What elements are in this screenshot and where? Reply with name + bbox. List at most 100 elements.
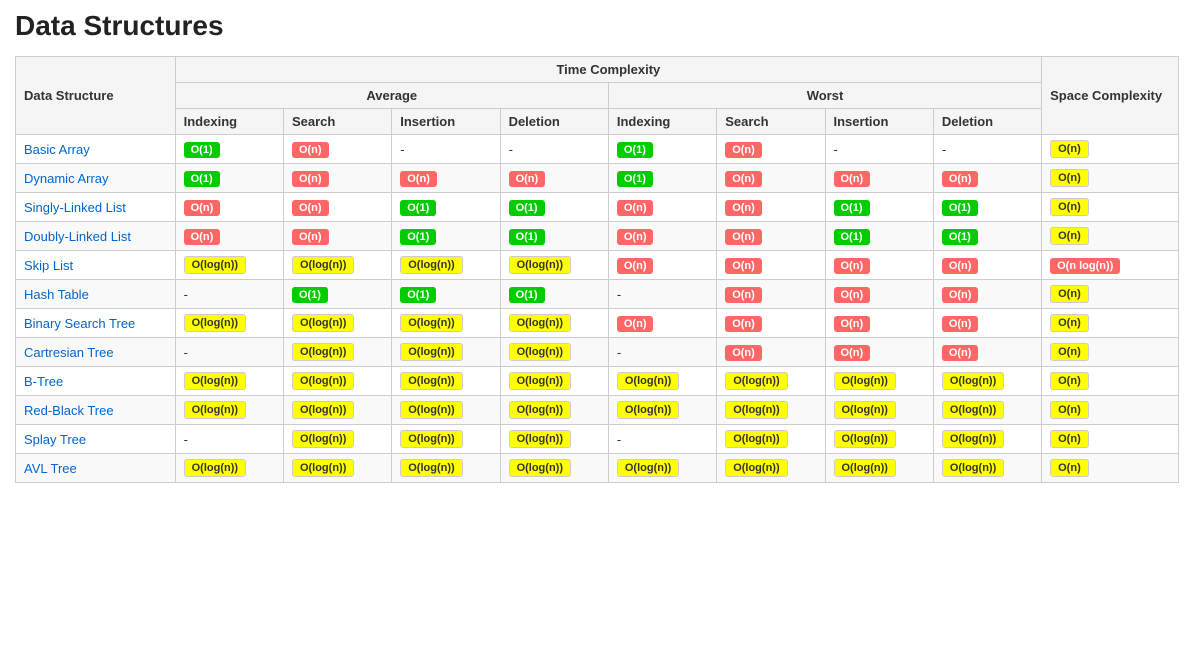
space-cell: O(n) <box>1042 309 1179 338</box>
complexity-badge: O(n) <box>292 200 329 216</box>
complexity-cell: O(log(n)) <box>175 367 283 396</box>
table-row: Red-Black Tree O(log(n)) O(log(n)) O(log(n)… <box>16 396 1179 425</box>
complexity-cell: O(n) <box>717 309 825 338</box>
complexity-badge: O(log(n)) <box>834 401 896 419</box>
complexity-badge: O(log(n)) <box>942 372 1004 390</box>
complexity-badge: O(1) <box>184 171 220 187</box>
space-cell: O(n) <box>1042 396 1179 425</box>
ds-name-link[interactable]: Binary Search Tree <box>24 316 135 331</box>
complexity-badge: O(log(n)) <box>834 430 896 448</box>
complexity-badge: O(log(n)) <box>292 401 354 419</box>
col-header-worst: Worst <box>608 83 1041 109</box>
complexity-badge: O(log(n)) <box>400 430 462 448</box>
complexity-badge: O(1) <box>400 229 436 245</box>
complexity-cell: O(n) <box>392 164 500 193</box>
complexity-badge: O(1) <box>184 142 220 158</box>
complexity-cell: O(1) <box>392 222 500 251</box>
table-row: B-TreeO(log(n))O(log(n))O(log(n))O(log(n… <box>16 367 1179 396</box>
complexity-cell: O(n) <box>825 309 933 338</box>
complexity-badge: O(n) <box>942 171 979 187</box>
complexity-cell: O(log(n)) <box>825 396 933 425</box>
complexity-cell: O(1) <box>500 280 608 309</box>
complexity-cell: O(1) <box>392 193 500 222</box>
complexity-badge: O(n) <box>400 171 437 187</box>
complexity-badge: O(n) <box>834 316 871 332</box>
space-cell: O(n) <box>1042 425 1179 454</box>
ds-name-link[interactable]: Splay Tree <box>24 432 86 447</box>
col-header-time: Time Complexity <box>175 57 1042 83</box>
ds-name-link[interactable]: Dynamic Array <box>24 171 109 186</box>
table-row: Singly-Linked List O(n) O(n) O(1) O(1) O(n) O(… <box>16 193 1179 222</box>
complexity-cell: O(1) <box>283 280 391 309</box>
complexity-badge: O(log(n)) <box>292 372 354 390</box>
complexity-cell: O(log(n)) <box>392 425 500 454</box>
complexity-badge: O(log(n)) <box>184 401 246 419</box>
ds-name-link[interactable]: Singly-Linked List <box>24 200 126 215</box>
complexity-badge: O(log(n)) <box>617 401 679 419</box>
space-cell: O(n) <box>1042 193 1179 222</box>
complexity-badge: O(log(n)) <box>400 343 462 361</box>
complexity-cell: O(n) <box>933 280 1041 309</box>
complexity-badge: O(log(n)) <box>292 430 354 448</box>
complexity-badge: O(1) <box>617 142 653 158</box>
space-badge: O(n) <box>1050 285 1089 303</box>
complexity-badge: O(log(n)) <box>400 314 462 332</box>
complexity-cell: O(n) <box>283 193 391 222</box>
complexity-badge: O(1) <box>509 229 545 245</box>
ds-name-link[interactable]: Basic Array <box>24 142 90 157</box>
complexity-cell: O(1) <box>500 222 608 251</box>
table-row: Doubly-Linked ListO(n)O(n)O(1)O(1)O(n)O(… <box>16 222 1179 251</box>
space-badge: O(n) <box>1050 372 1089 390</box>
complexity-badge: O(log(n)) <box>400 459 462 477</box>
space-cell: O(n) <box>1042 280 1179 309</box>
complexity-badge: O(n) <box>617 316 654 332</box>
complexity-cell: O(log(n)) <box>500 338 608 367</box>
complexity-cell: O(log(n)) <box>717 367 825 396</box>
complexity-cell: O(log(n)) <box>933 367 1041 396</box>
ds-name-link[interactable]: B-Tree <box>24 374 63 389</box>
complexity-cell: O(log(n)) <box>500 309 608 338</box>
col-avg-idx: Indexing <box>175 109 283 135</box>
col-avg-srch: Search <box>283 109 391 135</box>
complexity-cell: O(log(n)) <box>825 367 933 396</box>
complexity-badge: O(n) <box>292 229 329 245</box>
complexity-cell: O(n) <box>608 193 716 222</box>
complexity-cell: - <box>825 135 933 164</box>
complexity-cell: O(log(n)) <box>392 309 500 338</box>
complexity-cell: O(n) <box>933 164 1041 193</box>
complexity-cell: O(1) <box>175 135 283 164</box>
complexity-cell: O(log(n)) <box>392 454 500 483</box>
col-header-space: Space Complexity <box>1042 57 1179 135</box>
complexity-cell: O(log(n)) <box>933 454 1041 483</box>
complexity-badge: O(1) <box>834 200 870 216</box>
complexity-table: Data Structure Time Complexity Space Com… <box>15 56 1179 483</box>
complexity-cell: O(n) <box>717 135 825 164</box>
ds-name-link[interactable]: AVL Tree <box>24 461 77 476</box>
complexity-cell: O(n) <box>175 193 283 222</box>
complexity-badge: O(log(n)) <box>292 314 354 332</box>
complexity-badge: O(n) <box>509 171 546 187</box>
complexity-cell: O(log(n)) <box>392 338 500 367</box>
complexity-badge: O(1) <box>292 287 328 303</box>
table-row: Binary Search Tree O(log(n)) O(log(n)) O(lo… <box>16 309 1179 338</box>
complexity-badge: O(n) <box>834 258 871 274</box>
complexity-badge: O(log(n)) <box>834 459 896 477</box>
complexity-cell: O(log(n)) <box>825 454 933 483</box>
ds-name-link[interactable]: Doubly-Linked List <box>24 229 131 244</box>
ds-name-link[interactable]: Red-Black Tree <box>24 403 114 418</box>
ds-name-link[interactable]: Hash Table <box>24 287 89 302</box>
complexity-badge: O(n) <box>834 345 871 361</box>
complexity-cell: O(n) <box>825 164 933 193</box>
complexity-cell: O(log(n)) <box>717 396 825 425</box>
complexity-cell: O(n) <box>608 251 716 280</box>
complexity-badge: O(1) <box>509 200 545 216</box>
complexity-badge: O(log(n)) <box>725 401 787 419</box>
col-header-avg: Average <box>175 83 608 109</box>
ds-name-link[interactable]: Skip List <box>24 258 73 273</box>
table-row: Splay Tree-O(log(n))O(log(n))O(log(n))-O… <box>16 425 1179 454</box>
complexity-cell: O(n) <box>933 251 1041 280</box>
complexity-badge: O(n) <box>725 345 762 361</box>
ds-name-link[interactable]: Cartresian Tree <box>24 345 114 360</box>
complexity-cell: O(log(n)) <box>283 425 391 454</box>
complexity-cell: O(n) <box>825 251 933 280</box>
